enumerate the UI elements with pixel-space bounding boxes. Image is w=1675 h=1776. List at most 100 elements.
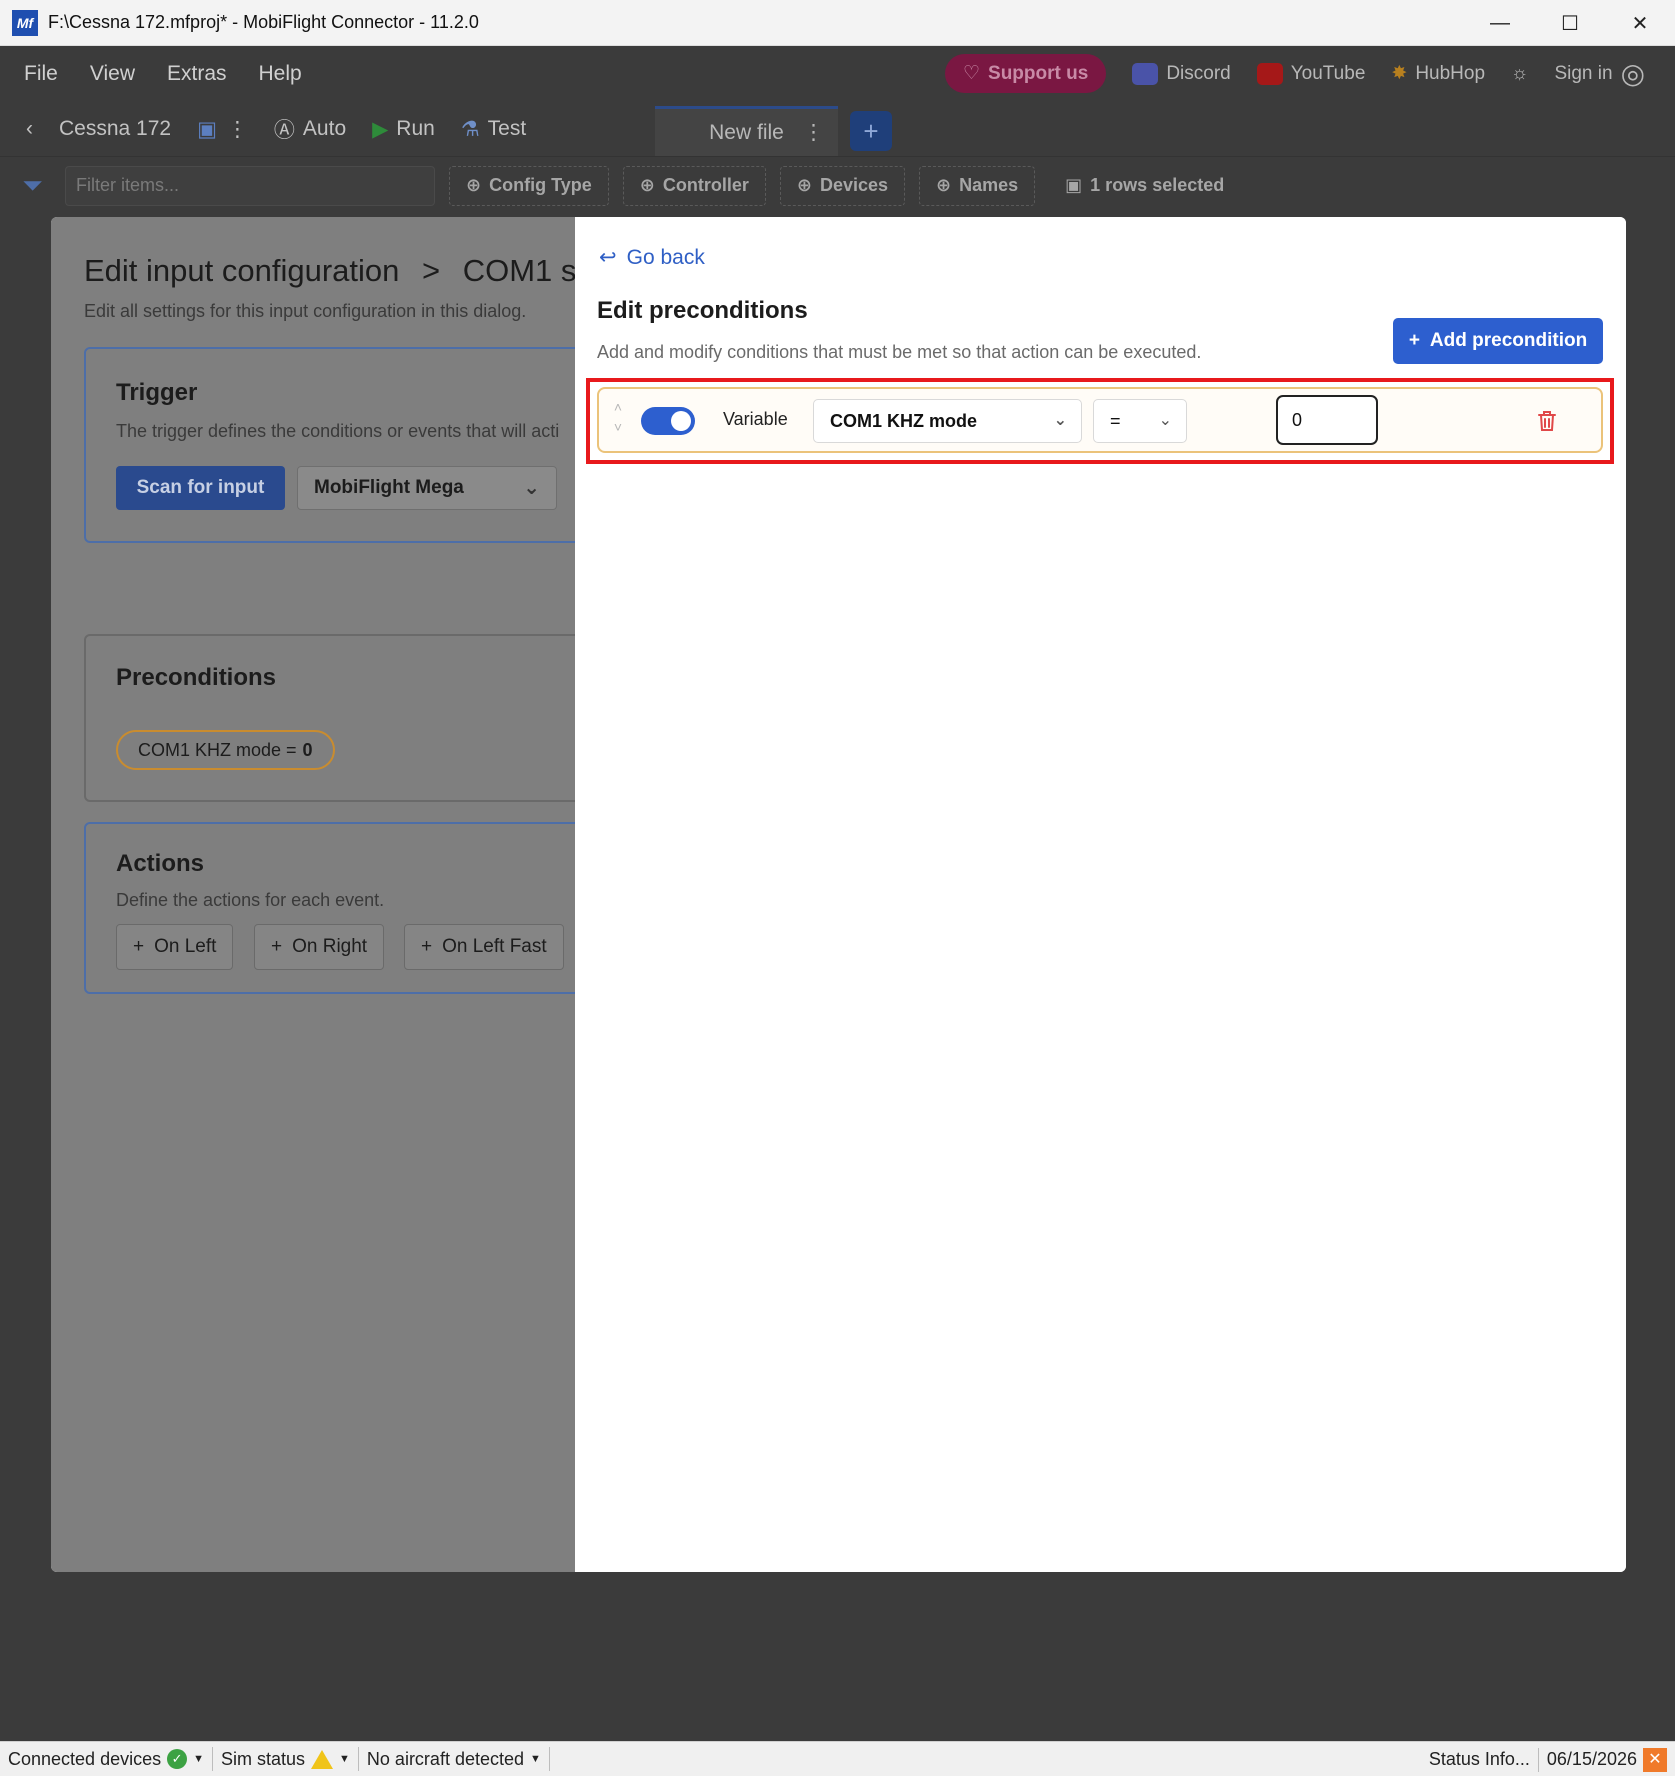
names-filter[interactable]: ⊕ Names bbox=[919, 165, 1036, 206]
precondition-enabled-toggle[interactable] bbox=[641, 407, 695, 435]
youtube-label: YouTube bbox=[1290, 62, 1366, 84]
plus-icon: + bbox=[1408, 330, 1420, 351]
support-us-label: Support us bbox=[988, 62, 1089, 84]
heart-icon: ♡ bbox=[962, 63, 981, 84]
hubhop-link[interactable]: ✸ HubHop bbox=[1391, 62, 1485, 85]
status-info-link[interactable]: Status Info... bbox=[1421, 1747, 1539, 1772]
plus-circle-icon: ⊕ bbox=[936, 175, 952, 195]
chip-label: Names bbox=[959, 175, 1019, 195]
on-left-fast-label: On Left Fast bbox=[442, 936, 547, 957]
sign-in-label: Sign in bbox=[1554, 62, 1613, 84]
date-label: 06/15/2026 bbox=[1546, 1749, 1637, 1769]
connected-devices-label: Connected devices bbox=[8, 1748, 162, 1769]
breadcrumb-separator-icon: > bbox=[422, 253, 441, 288]
mobiflight-logo-icon: Mf bbox=[12, 9, 38, 36]
support-us-button[interactable]: ♡ Support us bbox=[944, 54, 1107, 93]
close-window-button[interactable]: ✕ bbox=[1605, 0, 1675, 46]
pill-condition: COM1 KHZ mode = bbox=[138, 739, 297, 760]
menu-help[interactable]: Help bbox=[259, 62, 302, 86]
pill-value: 0 bbox=[302, 739, 313, 760]
aircraft-label: No aircraft detected bbox=[366, 1748, 524, 1769]
connected-devices-status[interactable]: Connected devices ✓ ▼ bbox=[0, 1747, 213, 1771]
run-button[interactable]: ▶ Run bbox=[372, 117, 435, 142]
mobiflight-status-icon: ✕ bbox=[1643, 1747, 1667, 1772]
aircraft-status[interactable]: No aircraft detected ▼ bbox=[359, 1747, 550, 1771]
move-down-icon[interactable]: ˅ bbox=[609, 417, 627, 437]
user-avatar-icon: ◎ bbox=[1620, 58, 1645, 89]
tab-new-file-label: New file bbox=[709, 120, 784, 144]
dialog-title-text: Edit input configuration bbox=[84, 253, 400, 288]
add-precondition-button[interactable]: + Add precondition bbox=[1393, 318, 1603, 364]
theme-toggle-button[interactable]: ☼ bbox=[1511, 63, 1528, 85]
preconditions-heading: Preconditions bbox=[116, 664, 277, 691]
plus-circle-icon: ⊕ bbox=[466, 175, 482, 195]
sign-in-button[interactable]: Sign in ◎ bbox=[1554, 57, 1645, 90]
auto-button[interactable]: Ⓐ Auto bbox=[274, 114, 346, 144]
status-bar: Connected devices ✓ ▼ Sim status ▼ No ai… bbox=[0, 1741, 1675, 1776]
chevron-left-icon: ‹ bbox=[26, 117, 33, 140]
sun-icon: ☼ bbox=[1511, 62, 1529, 84]
add-on-left-button[interactable]: + On Left bbox=[116, 924, 234, 970]
filter-icon: ⏷ bbox=[22, 169, 43, 200]
caret-down-icon: ▼ bbox=[193, 1753, 204, 1765]
on-left-label: On Left bbox=[154, 936, 217, 957]
device-select[interactable]: MobiFlight Mega ⌄ bbox=[297, 466, 557, 510]
menu-file[interactable]: File bbox=[24, 62, 58, 86]
youtube-link[interactable]: YouTube bbox=[1256, 62, 1366, 85]
tab-new-file[interactable]: New file ⋮ bbox=[655, 106, 838, 156]
tab-menu-icon[interactable]: ⋮ bbox=[803, 120, 824, 145]
flask-icon: ⚗ bbox=[460, 117, 480, 141]
precondition-type-label: Variable bbox=[723, 409, 788, 429]
project-toolbar: ‹ Cessna 172 ▣ ⋮ Ⓐ Auto ▶ Run ⚗ Test New fi… bbox=[0, 102, 1675, 156]
chevron-down-icon: ⌄ bbox=[523, 477, 540, 499]
variable-select[interactable]: COM1 KHZ mode ⌄ bbox=[813, 399, 1082, 443]
discord-icon bbox=[1132, 62, 1159, 85]
trash-icon[interactable] bbox=[1536, 409, 1558, 433]
add-tab-button[interactable]: + bbox=[850, 111, 892, 151]
hubhop-icon: ✸ bbox=[1391, 63, 1408, 84]
precondition-value-input[interactable] bbox=[1276, 395, 1378, 445]
menu-bar: File View Extras Help ♡ Support us Disco… bbox=[0, 46, 1675, 102]
sim-status-label: Sim status bbox=[221, 1748, 306, 1769]
window-title: F:\Cessna 172.mfproj* - MobiFlight Conne… bbox=[48, 12, 479, 32]
caret-down-icon: ▼ bbox=[530, 1753, 541, 1765]
precondition-row: ˄ ˅ Variable COM1 KHZ mode ⌄ = ⌄ bbox=[597, 387, 1603, 453]
edit-preconditions-panel: ↩ Go back Edit preconditions Add and mod… bbox=[575, 217, 1626, 1572]
plus-icon: + bbox=[421, 936, 433, 957]
edit-preconditions-title: Edit preconditions bbox=[597, 297, 808, 324]
move-up-icon[interactable]: ˄ bbox=[609, 397, 627, 417]
date-display: 06/15/2026 ✕ bbox=[1539, 1747, 1675, 1772]
devices-filter[interactable]: ⊕ Devices bbox=[779, 165, 906, 206]
add-on-right-button[interactable]: + On Right bbox=[254, 924, 385, 970]
test-button[interactable]: ⚗ Test bbox=[461, 117, 526, 142]
run-label: Run bbox=[396, 117, 435, 140]
window-titlebar: Mf F:\Cessna 172.mfproj* - MobiFlight Co… bbox=[0, 0, 1675, 46]
precondition-pill[interactable]: COM1 KHZ mode = 0 bbox=[116, 730, 335, 770]
youtube-icon bbox=[1256, 62, 1283, 85]
rows-selected-indicator: ▣ 1 rows selected bbox=[1049, 166, 1240, 206]
dialog-title: Edit input configuration > COM1 st bbox=[84, 253, 575, 289]
rows-selected-label: 1 rows selected bbox=[1090, 175, 1225, 195]
discord-link[interactable]: Discord bbox=[1132, 62, 1231, 85]
actions-description: Define the actions for each event. bbox=[116, 890, 385, 910]
scan-for-input-button[interactable]: Scan for input bbox=[116, 466, 285, 510]
menu-view[interactable]: View bbox=[90, 62, 135, 86]
maximize-button[interactable]: ☐ bbox=[1535, 0, 1605, 46]
add-on-left-fast-button[interactable]: + On Left Fast bbox=[404, 924, 564, 970]
minimize-button[interactable]: — bbox=[1465, 0, 1535, 46]
go-back-link[interactable]: ↩ Go back bbox=[599, 245, 705, 270]
filter-input[interactable]: Filter items... bbox=[65, 165, 435, 206]
chip-label: Devices bbox=[819, 175, 889, 195]
project-name: Cessna 172 bbox=[59, 117, 172, 140]
back-button[interactable]: ‹ bbox=[26, 117, 33, 141]
project-menu-button[interactable]: ⋮ bbox=[227, 117, 248, 142]
sim-status[interactable]: Sim status ▼ bbox=[213, 1747, 359, 1771]
operator-select[interactable]: = ⌄ bbox=[1093, 399, 1187, 443]
save-button[interactable]: ▣ bbox=[197, 117, 217, 142]
actions-card: Actions Define the actions for each even… bbox=[84, 822, 575, 994]
auto-icon: Ⓐ bbox=[273, 119, 295, 142]
reorder-handle[interactable]: ˄ ˅ bbox=[609, 397, 627, 443]
menu-extras[interactable]: Extras bbox=[167, 62, 227, 86]
controller-filter[interactable]: ⊕ Controller bbox=[622, 165, 766, 206]
config-type-filter[interactable]: ⊕ Config Type bbox=[449, 165, 609, 206]
